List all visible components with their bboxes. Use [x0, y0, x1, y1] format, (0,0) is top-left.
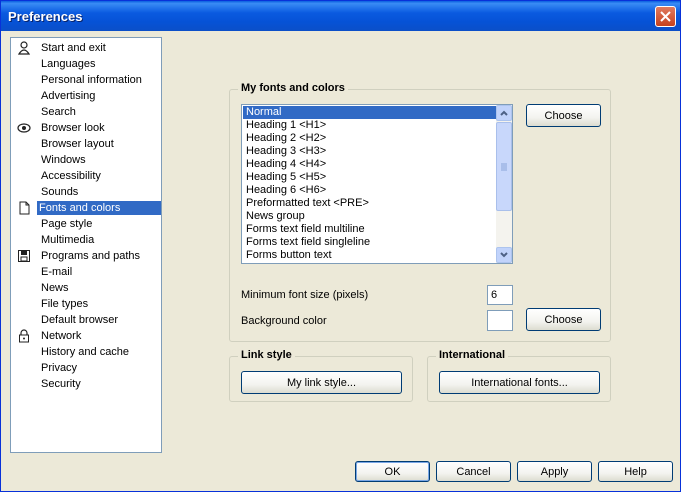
sidebar-item-label: E-mail — [41, 266, 73, 278]
sidebar-item-e-mail[interactable]: E-mail — [11, 264, 161, 280]
grip-icon — [501, 163, 507, 171]
sidebar-item-label: Default browser — [41, 314, 119, 326]
list-item[interactable]: Heading 4 <H4> — [243, 158, 499, 171]
international-fonts-button[interactable]: International fonts... — [439, 371, 600, 394]
apply-button[interactable]: Apply — [517, 461, 592, 482]
sidebar-item-browser-look[interactable]: Browser look — [11, 120, 161, 136]
sidebar-item-label: Advertising — [41, 90, 96, 102]
title-bar[interactable]: Preferences — [1, 1, 680, 31]
list-item[interactable]: Normal — [243, 106, 499, 119]
list-item[interactable]: Heading 2 <H2> — [243, 132, 499, 145]
sidebar-item-network[interactable]: Network — [11, 328, 161, 344]
sidebar-item-privacy[interactable]: Privacy — [11, 360, 161, 376]
list-item[interactable]: Heading 5 <H5> — [243, 171, 499, 184]
sidebar-item-advertising[interactable]: Advertising — [11, 88, 161, 104]
min-font-size-label: Minimum font size (pixels) — [241, 289, 369, 301]
list-item[interactable]: Forms text field singleline — [243, 236, 499, 249]
scroll-up-button[interactable] — [496, 105, 512, 121]
eye-icon — [17, 121, 31, 135]
sidebar-item-file-types[interactable]: File types — [11, 296, 161, 312]
sidebar-item-label: Network — [41, 330, 82, 342]
sidebar-item-security[interactable]: Security — [11, 376, 161, 392]
sidebar-item-label: Fonts and colors — [37, 201, 161, 215]
sidebar-item-browser-layout[interactable]: Browser layout — [11, 136, 161, 152]
category-list[interactable]: Start and exit Languages Personal informat… — [10, 37, 162, 453]
sidebar-item-start-and-exit[interactable]: Start and exit — [11, 40, 161, 56]
cancel-button[interactable]: Cancel — [436, 461, 511, 482]
list-item[interactable]: Forms text field multiline — [243, 223, 499, 236]
window-title: Preferences — [8, 9, 83, 24]
choose-background-button[interactable]: Choose — [526, 308, 601, 331]
scroll-down-button[interactable] — [496, 247, 512, 263]
background-color-swatch — [487, 310, 513, 331]
sidebar-item-page-style[interactable]: Page style — [11, 216, 161, 232]
sidebar-item-label: Windows — [41, 154, 86, 166]
ok-button[interactable]: OK — [355, 461, 430, 482]
sidebar-item-label: Page style — [41, 218, 93, 230]
choose-font-button[interactable]: Choose — [526, 104, 601, 127]
sidebar-item-news[interactable]: News — [11, 280, 161, 296]
list-scrollbar[interactable] — [496, 105, 512, 263]
list-item[interactable]: Heading 1 <H1> — [243, 119, 499, 132]
background-color-label: Background color — [241, 315, 327, 327]
sidebar-item-sounds[interactable]: Sounds — [11, 184, 161, 200]
my-link-style-button[interactable]: My link style... — [241, 371, 402, 394]
sidebar-item-label: Browser look — [41, 122, 105, 134]
sidebar-item-accessibility[interactable]: Accessibility — [11, 168, 161, 184]
sidebar-item-label: Languages — [41, 58, 96, 70]
document-icon — [17, 201, 31, 215]
sidebar-item-label: Programs and paths — [41, 250, 141, 262]
min-font-size-input[interactable] — [487, 285, 513, 305]
chevron-down-icon — [500, 252, 508, 258]
list-item[interactable]: Forms button text — [243, 249, 499, 262]
sidebar-item-label: Multimedia — [41, 234, 95, 246]
chevron-up-icon — [500, 110, 508, 116]
sidebar-item-programs-and-paths[interactable]: Programs and paths — [11, 248, 161, 264]
list-item[interactable]: Heading 6 <H6> — [243, 184, 499, 197]
sidebar-item-personal-information[interactable]: Personal information — [11, 72, 161, 88]
font-element-list[interactable]: Normal Heading 1 <H1> Heading 2 <H2> Headin… — [241, 104, 513, 264]
preferences-window: Preferences Start and exit Languages Perso… — [0, 0, 681, 492]
sidebar-item-multimedia[interactable]: Multimedia — [11, 232, 161, 248]
close-icon — [660, 11, 671, 22]
close-button[interactable] — [655, 6, 676, 27]
floppy-disk-icon — [17, 249, 31, 263]
help-button[interactable]: Help — [598, 461, 673, 482]
link-style-group-title: Link style — [238, 349, 295, 361]
sidebar-item-label: Security — [41, 378, 81, 390]
sidebar-item-fonts-and-colors[interactable]: Fonts and colors — [11, 200, 161, 216]
sidebar-item-label: News — [41, 282, 69, 294]
sidebar-item-label: Sounds — [41, 186, 79, 198]
fonts-colors-group-title: My fonts and colors — [238, 82, 348, 94]
sidebar-item-default-browser[interactable]: Default browser — [11, 312, 161, 328]
sidebar-item-languages[interactable]: Languages — [11, 56, 161, 72]
international-group-title: International — [436, 349, 509, 361]
sidebar-item-label: File types — [41, 298, 89, 310]
sidebar-item-label: Browser layout — [41, 138, 114, 150]
list-item[interactable]: Heading 3 <H3> — [243, 145, 499, 158]
list-item[interactable]: Preformatted text <PRE> — [243, 197, 499, 210]
lock-icon — [17, 329, 31, 343]
sidebar-item-history-and-cache[interactable]: History and cache — [11, 344, 161, 360]
sidebar-item-search[interactable]: Search — [11, 104, 161, 120]
sidebar-item-label: Personal information — [41, 74, 142, 86]
sidebar-item-label: Privacy — [41, 362, 78, 374]
sidebar-item-windows[interactable]: Windows — [11, 152, 161, 168]
sidebar-item-label: Accessibility — [41, 170, 101, 182]
sidebar-item-label: Start and exit — [41, 42, 106, 54]
sidebar-item-label: History and cache — [41, 346, 130, 358]
sidebar-item-label: Search — [41, 106, 76, 118]
list-item[interactable]: News group — [243, 210, 499, 223]
person-icon — [17, 41, 31, 55]
scroll-thumb[interactable] — [496, 122, 512, 211]
